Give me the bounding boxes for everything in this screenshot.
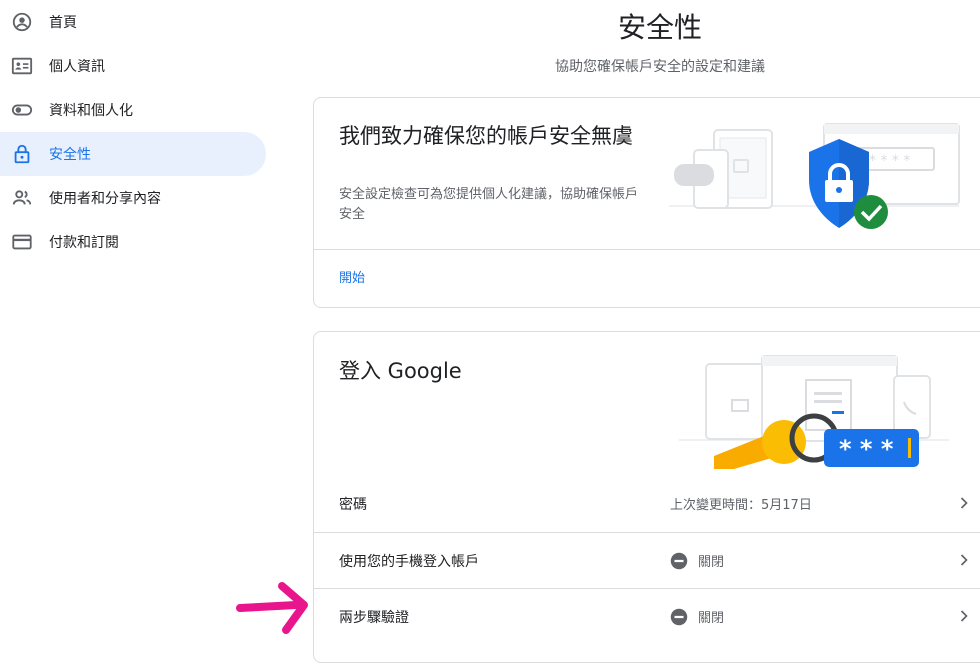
status-text: 關閉: [698, 555, 725, 570]
page-subtitle: 協助您確保帳戶安全的設定和建議: [555, 59, 765, 75]
row-label: 兩步驟驗證: [339, 610, 409, 626]
row-value: 關閉: [670, 607, 724, 626]
card-divider: [314, 249, 980, 250]
row-value: 上次變更時間：5月17日: [670, 494, 812, 513]
lock-icon: [10, 142, 34, 166]
signin-google-card: 登入 Google * * * 密碼 上次變更時間：5月17日 使用您的手機登入…: [313, 331, 980, 663]
sidebar-item-label: 付款和訂閱: [49, 235, 119, 251]
minus-circle-icon: [670, 552, 688, 569]
sidebar-item-personal-info[interactable]: 個人資訊: [0, 44, 266, 88]
two-step-verification-row[interactable]: 兩步驟驗證 關閉: [314, 588, 980, 645]
arrow-annotation-icon: [236, 582, 308, 634]
toggle-icon: [10, 98, 34, 122]
sidebar-item-label: 使用者和分享內容: [49, 191, 161, 207]
row-label: 密碼: [339, 497, 367, 513]
security-shield-illustration: * * * *: [669, 123, 960, 229]
sidebar-item-data-personalization[interactable]: 資料和個人化: [0, 88, 266, 132]
svg-text:* * *: * * *: [839, 435, 894, 463]
id-card-icon: [10, 54, 34, 78]
password-row[interactable]: 密碼 上次變更時間：5月17日: [314, 476, 980, 532]
svg-text:* * * *: * * * *: [869, 153, 910, 169]
people-icon: [10, 186, 34, 210]
sidebar-item-security[interactable]: 安全性: [0, 132, 266, 176]
page-title: 安全性: [617, 11, 702, 44]
key-password-illustration: * * *: [679, 355, 949, 469]
security-checkup-card: 我們致力確保您的帳戶安全無虞 安全設定檢查可為您提供個人化建議，協助確保帳戶安全…: [313, 97, 980, 308]
sidebar-item-payments[interactable]: 付款和訂閱: [0, 220, 266, 264]
chevron-right-icon: [960, 497, 968, 509]
minus-circle-icon: [670, 608, 688, 625]
sidebar-item-label: 資料和個人化: [49, 103, 133, 119]
sidebar-item-label: 安全性: [49, 147, 91, 163]
row-value: 關閉: [670, 551, 724, 570]
status-text: 關閉: [698, 611, 725, 626]
get-started-link[interactable]: 開始: [339, 267, 365, 286]
credit-card-icon: [10, 230, 34, 254]
row-label: 使用您的手機登入帳戶: [339, 554, 479, 570]
page-header: 安全性 協助您確保帳戶安全的設定和建議: [330, 0, 980, 76]
security-checkup-description: 安全設定檢查可為您提供個人化建議，協助確保帳戶安全: [339, 187, 639, 222]
sidebar-nav: 首頁 個人資訊 資料和個人化 安全性 使用者和分享內容 付款和訂閱: [0, 0, 266, 264]
signin-title: 登入 Google: [339, 359, 462, 383]
phone-signin-row[interactable]: 使用您的手機登入帳戶 關閉: [314, 532, 980, 589]
account-circle-icon: [10, 10, 34, 34]
sidebar-item-label: 個人資訊: [49, 59, 105, 75]
sidebar-item-home[interactable]: 首頁: [0, 0, 266, 44]
chevron-right-icon: [960, 610, 968, 622]
password-last-changed: 上次變更時間：5月17日: [670, 498, 812, 513]
security-checkup-title: 我們致力確保您的帳戶安全無虞: [339, 124, 633, 148]
sidebar-item-label: 首頁: [49, 15, 77, 31]
chevron-right-icon: [960, 554, 968, 566]
sidebar-item-people-sharing[interactable]: 使用者和分享內容: [0, 176, 266, 220]
